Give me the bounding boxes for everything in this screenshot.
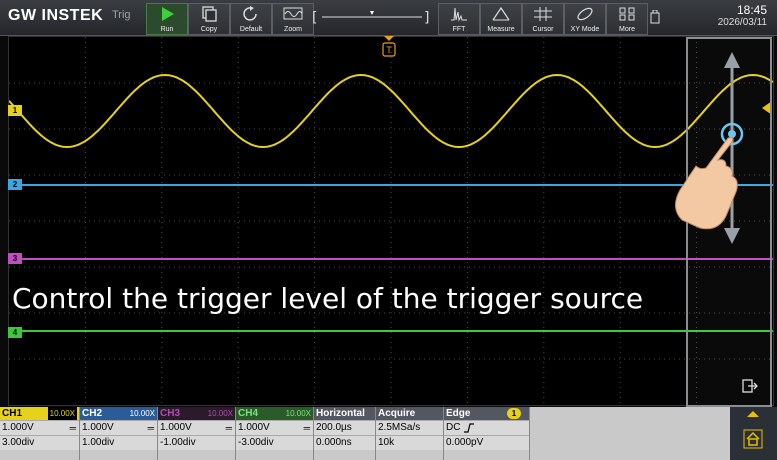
arrow-up-icon [724, 52, 740, 68]
ch1-volts: 1.000V [2, 422, 34, 433]
expand-up-icon[interactable] [747, 411, 759, 417]
measure-icon [492, 6, 510, 21]
ch1-offset: 3.00div [2, 437, 35, 448]
play-icon [162, 7, 174, 21]
mode-indicator: Trig [112, 9, 131, 21]
copy-label: Copy [200, 26, 218, 33]
ch2-offset: 1.00div [82, 437, 115, 448]
run-button[interactable]: Run [146, 3, 188, 35]
ch2-volts: 1.000V [82, 422, 114, 433]
touch-gesture-illustration [675, 52, 744, 244]
ch2-info[interactable]: CH2 10.00X 1.000V ═ 1.00div [80, 407, 158, 460]
ch3-trace-marker[interactable]: 3 [8, 253, 22, 264]
horizontal-position-bar[interactable]: [ ] [312, 7, 432, 27]
acquire-info[interactable]: Acquire 2.5MSa/s 10k [376, 407, 444, 460]
fft-label: FFT [452, 26, 466, 33]
ch2-probe: 10.00X [129, 409, 155, 418]
cursor-button[interactable]: Cursor [522, 3, 564, 35]
zoom-label: Zoom [284, 26, 302, 33]
ch2-name: CH2 [82, 408, 103, 419]
ch3-offset: -1.00div [160, 437, 196, 448]
trigger-info[interactable]: Edge 1 DC 0.000pV [444, 407, 530, 460]
fft-icon [451, 7, 467, 22]
ch3-info[interactable]: CH3 10.00X 1.000V ═ -1.00div [158, 407, 236, 460]
ch3-probe: 10.00X [207, 409, 233, 418]
ch2-trace-marker[interactable]: 2 [8, 179, 22, 190]
ch1-info[interactable]: CH1 10.00X 1.000V ═ 3.00div [0, 407, 80, 460]
clock: 18:45 2026/03/11 [718, 3, 767, 28]
horizontal-info[interactable]: Horizontal 200.0µs 0.000ns [314, 407, 376, 460]
horizontal-timebase: 200.0µs [314, 420, 375, 435]
horizontal-position: 0.000ns [314, 435, 375, 450]
copy-icon [202, 6, 217, 22]
acquire-length: 10k [376, 435, 443, 450]
zoom-button[interactable]: Zoom [272, 3, 314, 35]
fft-button[interactable]: FFT [438, 3, 480, 35]
top-toolbar: GW INSTEK Trig Run Copy Default Zoom [ ]… [0, 0, 777, 36]
ch1-name: CH1 [2, 408, 23, 419]
measure-label: Measure [487, 26, 515, 33]
ch3-coupling-icon: ═ [225, 423, 232, 433]
horizontal-title: Horizontal [314, 407, 375, 420]
exit-icon[interactable] [742, 378, 758, 394]
ch4-name: CH4 [238, 408, 259, 419]
reset-icon [243, 6, 257, 21]
run-label: Run [160, 26, 174, 33]
trigger-position-marker[interactable]: T [382, 36, 396, 58]
ch1-trace-marker[interactable]: 1 [8, 105, 22, 116]
acquire-rate: 2.5MSa/s [376, 420, 443, 435]
status-bar: CH1 10.00X 1.000V ═ 3.00div CH2 10.00X 1.00… [0, 407, 777, 460]
ch1-coupling-icon: ═ [69, 423, 76, 433]
clock-time: 18:45 [736, 3, 767, 17]
status-bar-empty [530, 407, 730, 460]
acquire-title: Acquire [376, 407, 443, 420]
ch4-trace-marker[interactable]: 4 [8, 327, 22, 338]
clock-date: 2026/03/11 [717, 17, 767, 28]
trigger-marker-label: T [386, 45, 392, 55]
instruction-caption: Control the trigger level of the trigger… [12, 282, 644, 315]
trigger-source-badge: 1 [507, 408, 521, 419]
ch3-name: CH3 [160, 408, 181, 419]
default-button[interactable]: Default [230, 3, 272, 35]
ch4-info[interactable]: CH4 10.00X 1.000V ═ -3.00div [236, 407, 314, 460]
trigger-coupling: DC [446, 422, 461, 433]
cursor-icon [534, 7, 552, 21]
trigger-title: Edge [446, 408, 471, 419]
ch4-offset: -3.00div [238, 437, 274, 448]
oscilloscope-screen: GW INSTEK Trig Run Copy Default Zoom [ ]… [0, 0, 777, 460]
xy-mode-icon [577, 7, 593, 21]
xy-mode-button[interactable]: XY Mode [564, 3, 606, 35]
more-label: More [619, 26, 635, 33]
xy-mode-label: XY Mode [570, 26, 600, 33]
copy-button[interactable]: Copy [188, 3, 230, 35]
brand-logo: GW INSTEK [8, 7, 104, 24]
rising-edge-icon [464, 423, 474, 433]
ch1-probe: 10.00X [47, 407, 77, 420]
zoom-icon [283, 7, 303, 20]
svg-text:]: ] [424, 10, 429, 26]
default-label: Default [239, 26, 263, 33]
home-icon[interactable] [743, 429, 763, 449]
trigger-level: 0.000pV [444, 435, 529, 450]
home-panel[interactable] [730, 407, 777, 460]
ch4-volts: 1.000V [238, 422, 270, 433]
ch3-volts: 1.000V [160, 422, 192, 433]
more-button[interactable]: More [606, 3, 648, 35]
ch4-coupling-icon: ═ [303, 423, 310, 433]
ch2-coupling-icon: ═ [147, 423, 154, 433]
usb-storage-icon [650, 10, 660, 24]
ch4-probe: 10.00X [285, 409, 311, 418]
arrow-down-icon [724, 228, 740, 244]
cursor-label: Cursor [532, 26, 554, 33]
measure-button[interactable]: Measure [480, 3, 522, 35]
hand-icon [675, 137, 738, 230]
more-icon [619, 7, 635, 21]
svg-text:[: [ [312, 10, 317, 26]
